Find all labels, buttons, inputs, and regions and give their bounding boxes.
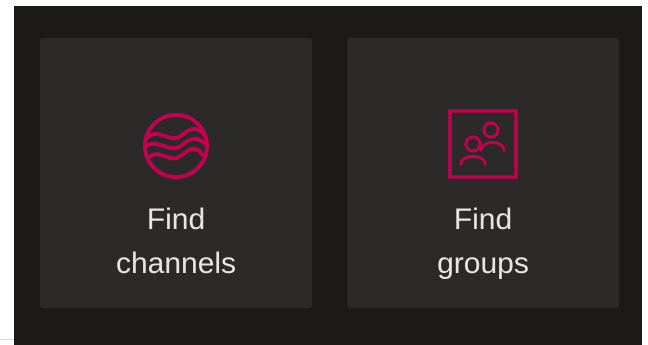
find-channels-label: Find channels	[40, 198, 312, 286]
find-groups-line1: Find	[453, 203, 513, 236]
edge-divider	[0, 339, 14, 340]
discover-panel: Find channels Find groups	[14, 6, 642, 345]
groups-people-icon	[448, 109, 518, 179]
find-channels-line1: Find	[146, 203, 206, 236]
find-groups-label: Find groups	[347, 198, 619, 286]
find-channels-line2: channels	[115, 247, 237, 280]
channels-globe-icon	[143, 113, 209, 179]
find-channels-tile[interactable]: Find channels	[40, 38, 312, 308]
find-groups-line2: groups	[437, 247, 529, 280]
find-groups-tile[interactable]: Find groups	[347, 38, 619, 308]
